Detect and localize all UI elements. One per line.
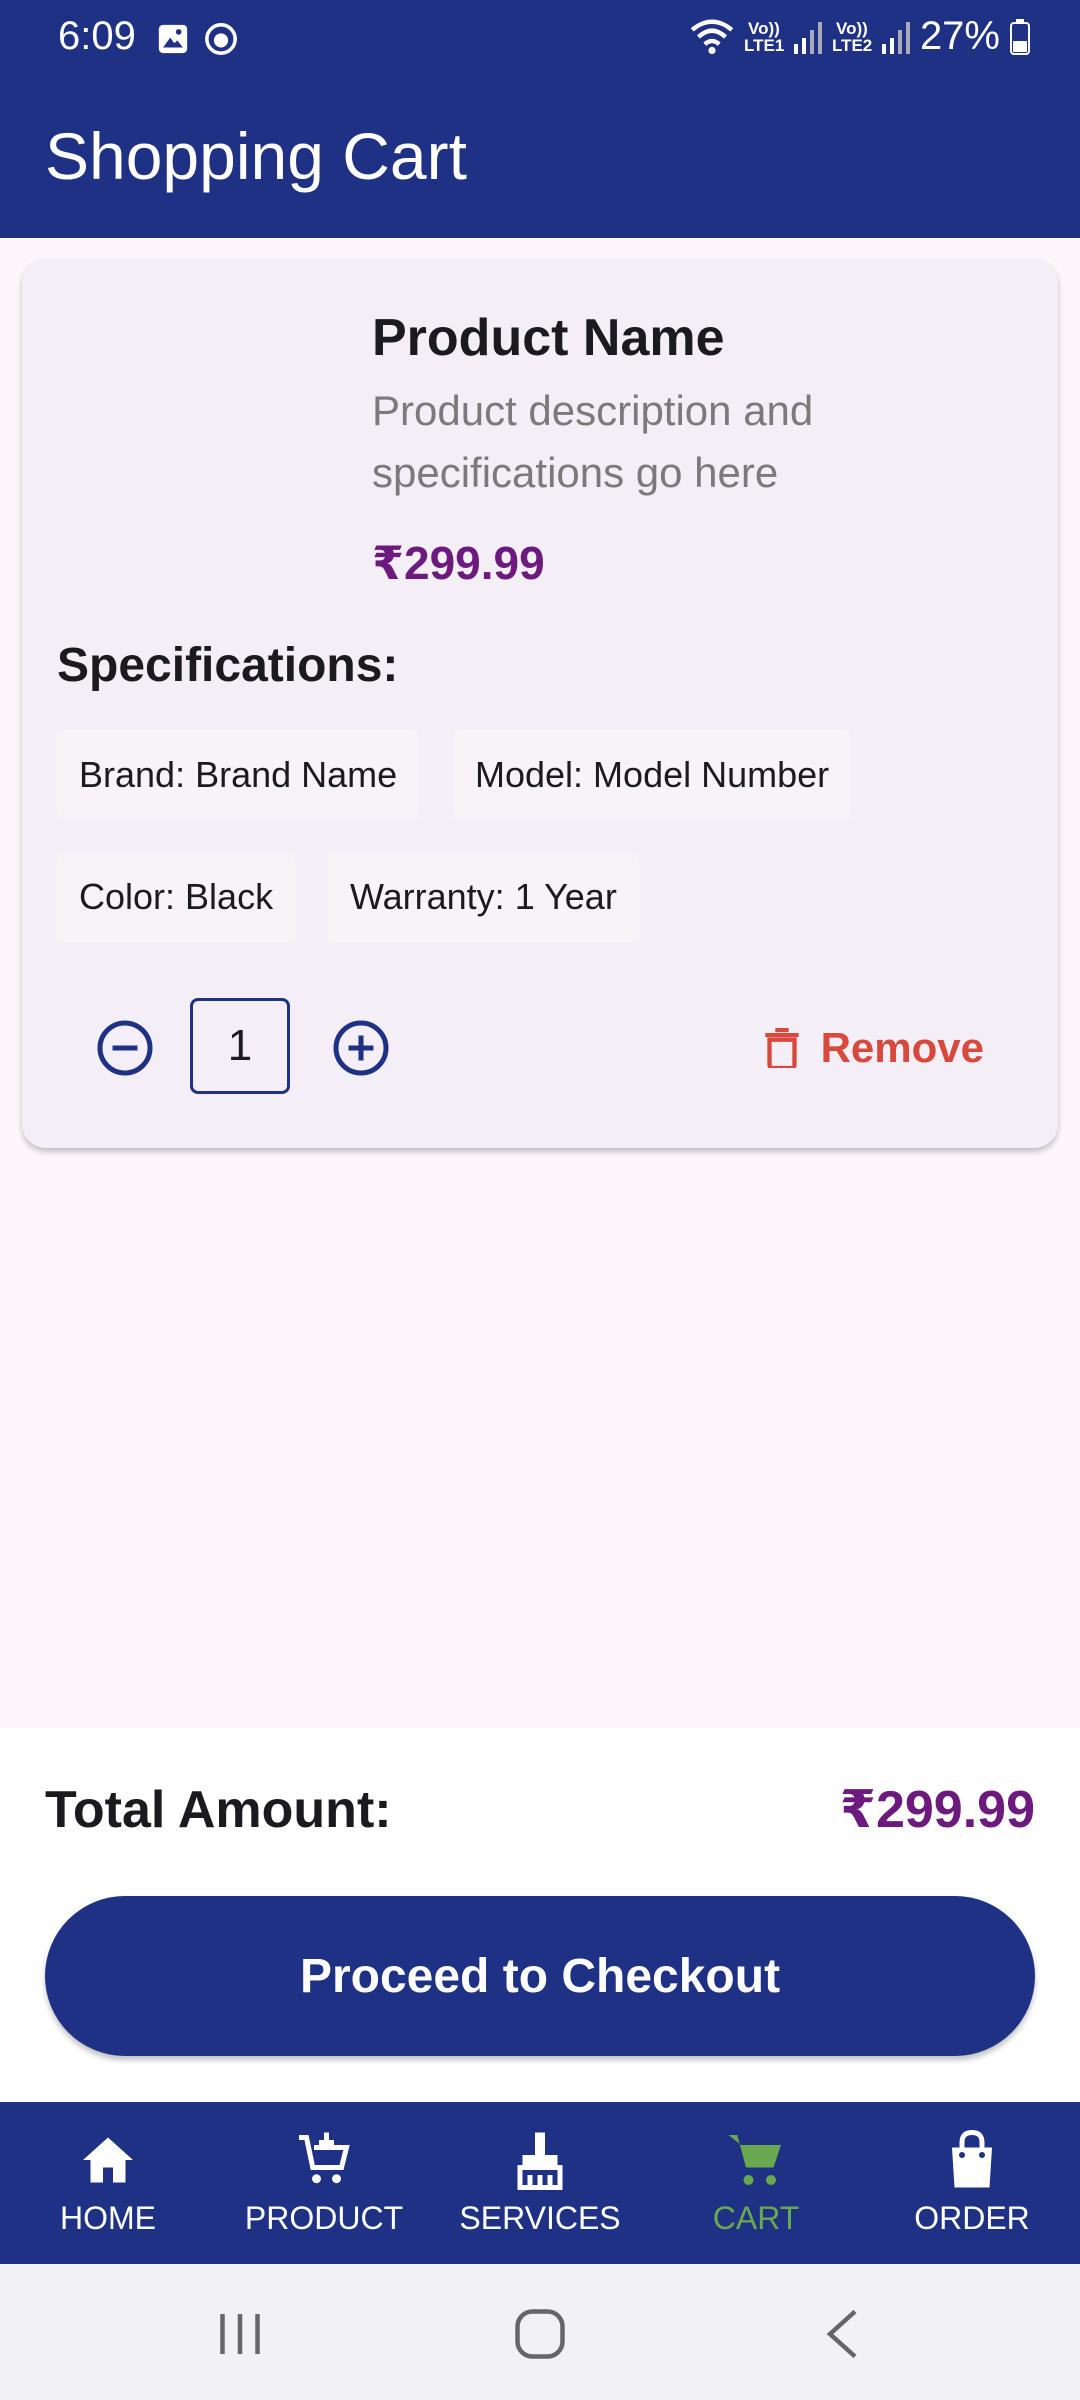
nav-label: PRODUCT [244, 2199, 404, 2236]
spec-chip: Color: Black [57, 852, 296, 942]
sim2-label: Vo)) LTE2 [831, 18, 873, 55]
app-bar: Shopping Cart [0, 78, 1080, 238]
total-label: Total Amount: [45, 1781, 392, 1839]
signal-icon [793, 21, 822, 54]
nav-item-cart[interactable]: CART [648, 2102, 864, 2264]
nav-label: HOME [60, 2199, 156, 2236]
nav-item-services[interactable]: SERVICES [432, 2102, 648, 2264]
notification-app-icon [205, 23, 237, 55]
checkout-summary: Total Amount: ₹299.99 Proceed to Checkou… [0, 1728, 1080, 2102]
wifi-icon [690, 19, 734, 54]
nav-label: SERVICES [459, 2199, 621, 2236]
shopping-bag-icon [952, 2129, 992, 2187]
page-title: Shopping Cart [45, 119, 467, 193]
status-time: 6:09 [58, 14, 136, 58]
spec-chip: Model: Model Number [453, 730, 852, 820]
remove-button[interactable]: Remove [764, 1008, 984, 1088]
cart-add-icon [299, 2132, 350, 2183]
gallery-icon [158, 24, 188, 54]
product-name: Product Name [372, 309, 725, 367]
trash-icon [764, 1028, 799, 1068]
nav-item-order[interactable]: ORDER [864, 2102, 1080, 2264]
shopping-cart-icon [728, 2134, 781, 2185]
battery-percent: 27% [919, 14, 1000, 58]
home-icon [83, 2137, 133, 2182]
battery-icon [1010, 18, 1030, 55]
system-navigation-bar [0, 2264, 1080, 2400]
signal-icon [881, 21, 910, 54]
increase-quantity-button[interactable] [331, 1018, 391, 1078]
spec-chip: Brand: Brand Name [57, 730, 420, 820]
nav-item-product[interactable]: PRODUCT [216, 2102, 432, 2264]
recent-apps-icon[interactable] [210, 2304, 270, 2364]
status-bar: 6:09 Vo)) LTE1 Vo)) LTE2 27% [0, 0, 1080, 78]
cleaning-brush-icon [517, 2132, 563, 2190]
checkout-button[interactable]: Proceed to Checkout [45, 1896, 1035, 2056]
spec-chip: Warranty: 1 Year [328, 852, 639, 942]
total-value: ₹299.99 [839, 1781, 1035, 1839]
nav-label: ORDER [914, 2199, 1030, 2236]
sim1-label: Vo)) LTE1 [743, 18, 785, 55]
cart-item-card: Product Name Product description and spe… [22, 258, 1058, 1148]
nav-item-home[interactable]: HOME [0, 2102, 216, 2264]
nav-label: CART [712, 2199, 800, 2236]
specifications-title: Specifications: [57, 639, 399, 692]
home-button-icon[interactable] [510, 2304, 570, 2364]
product-description: Product description and specifications g… [372, 387, 814, 496]
back-icon[interactable] [815, 2304, 875, 2364]
bottom-navigation: HOME PRODUCT SERVICES CART ORDER [0, 2102, 1080, 2264]
decrease-quantity-button[interactable] [95, 1018, 155, 1078]
remove-label: Remove [820, 1024, 984, 1071]
quantity-field[interactable]: 1 [190, 998, 290, 1094]
product-price: ₹299.99 [372, 537, 545, 589]
